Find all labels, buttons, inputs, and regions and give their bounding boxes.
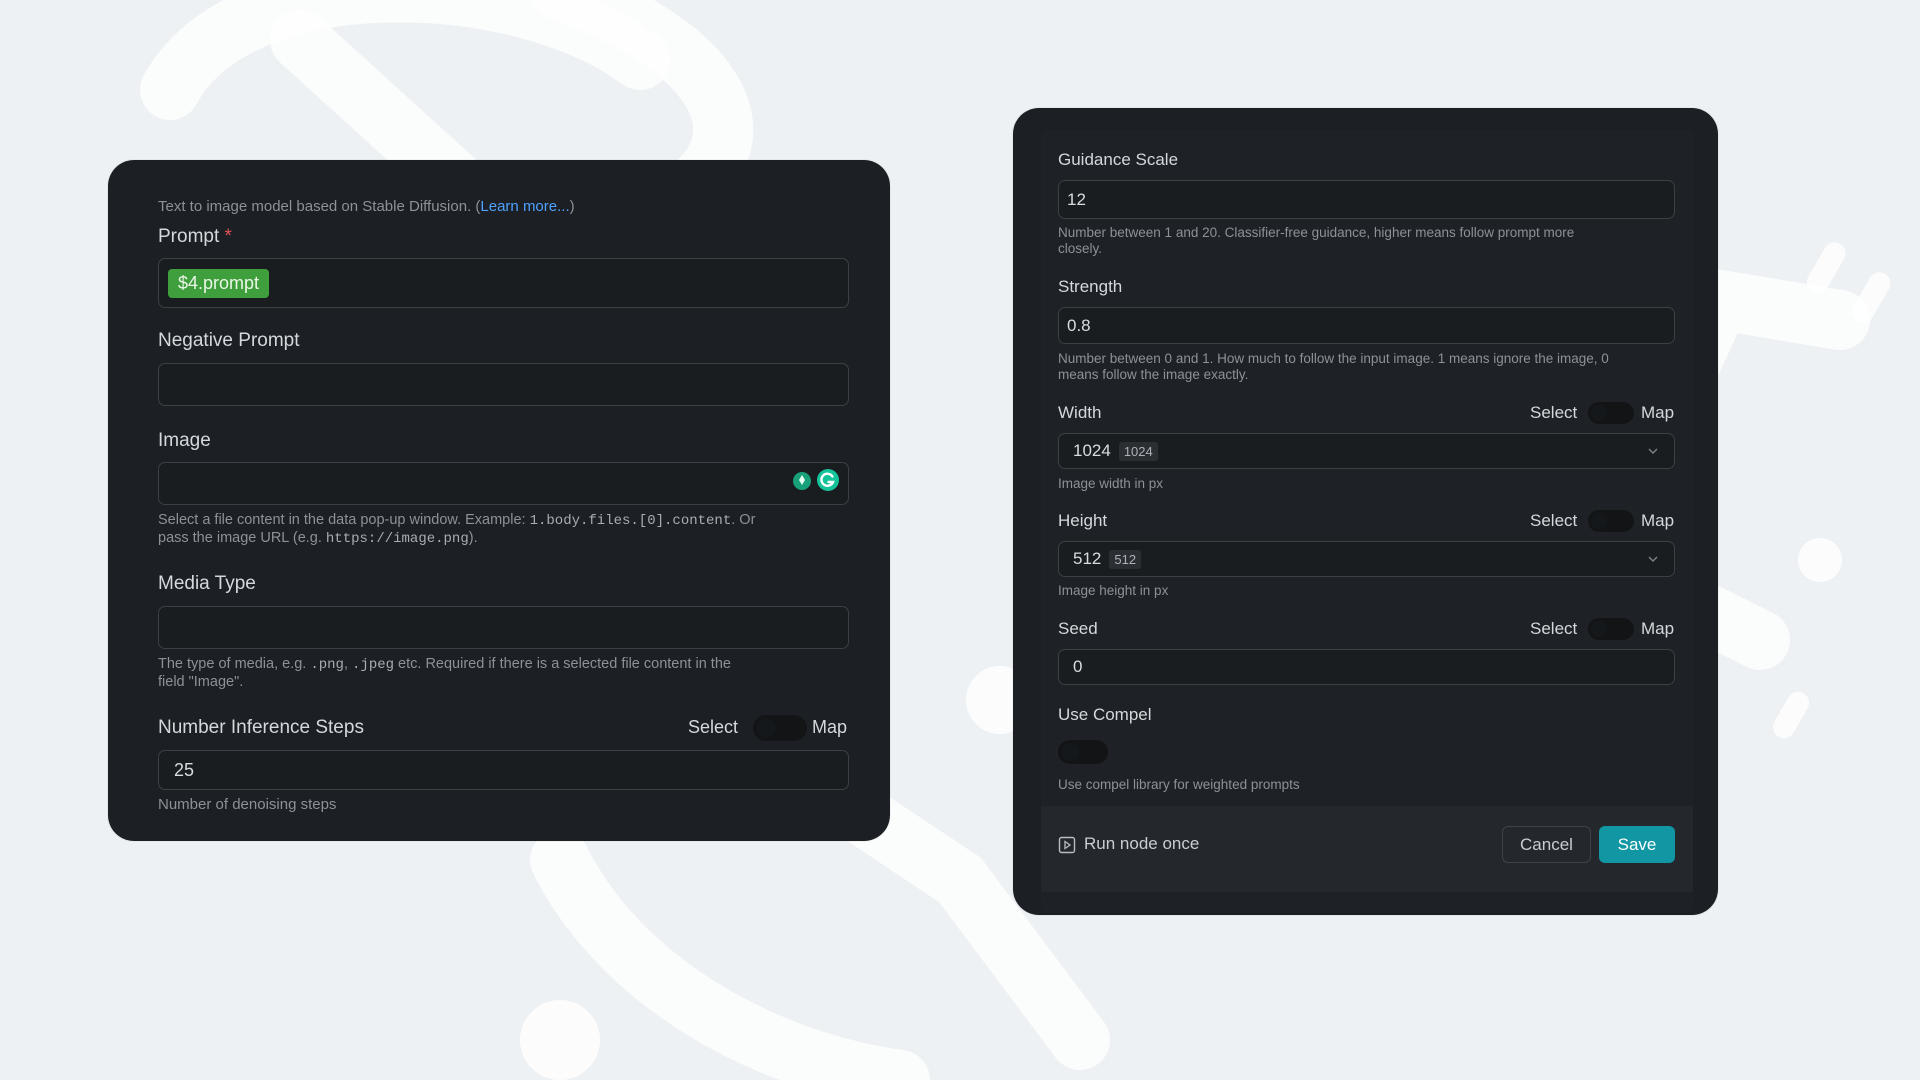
- height-mode-toggle[interactable]: [1588, 510, 1634, 532]
- guidance-scale-label: Guidance Scale: [1058, 150, 1179, 169]
- width-value: 1024: [1073, 441, 1111, 460]
- use-compel-helper: Use compel library for weighted prompts: [1058, 777, 1300, 792]
- negative-prompt-label: Negative Prompt: [158, 330, 300, 351]
- toggle-knob: [1061, 743, 1079, 761]
- seed-map-option[interactable]: Map: [1641, 619, 1674, 639]
- inference-steps-select-option[interactable]: Select: [688, 717, 738, 738]
- height-value-badge: 512: [1109, 549, 1142, 569]
- prompt-label: Prompt *: [158, 226, 232, 247]
- required-mark: *: [224, 226, 232, 247]
- width-helper: Image width in px: [1058, 476, 1164, 491]
- toggle-knob: [1591, 513, 1607, 529]
- height-select-option[interactable]: Select: [1530, 511, 1577, 531]
- media-type-input[interactable]: [158, 606, 849, 649]
- assistant-icon[interactable]: [792, 471, 812, 493]
- media-type-label: Media Type: [158, 573, 256, 594]
- image-input[interactable]: [158, 462, 849, 505]
- image-label: Image: [158, 430, 211, 451]
- seed-select-option[interactable]: Select: [1530, 619, 1577, 639]
- toggle-knob: [1591, 405, 1607, 421]
- chevron-down-icon[interactable]: [1646, 552, 1660, 566]
- prompt-variable-chip[interactable]: $4.prompt: [168, 268, 270, 298]
- width-value-badge: 1024: [1118, 441, 1158, 461]
- inference-steps-input[interactable]: 25: [158, 750, 849, 790]
- width-select[interactable]: 1024 1024: [1058, 433, 1675, 469]
- seed-mode-toggle[interactable]: [1588, 618, 1634, 640]
- learn-more-link[interactable]: Learn more...: [480, 198, 569, 215]
- guidance-scale-input[interactable]: 12: [1058, 180, 1675, 219]
- height-label: Height: [1058, 511, 1108, 530]
- image-helper: Select a file content in the data pop-up…: [158, 512, 756, 547]
- run-node-once-button[interactable]: Run node once: [1084, 834, 1199, 854]
- cancel-button[interactable]: Cancel: [1502, 826, 1591, 863]
- prompt-input[interactable]: $4.prompt: [158, 258, 849, 308]
- toggle-knob: [1591, 621, 1607, 637]
- inference-steps-map-option[interactable]: Map: [812, 717, 847, 738]
- grammarly-icon[interactable]: [816, 468, 840, 492]
- left-config-panel: Text to image model based on Stable Diff…: [108, 160, 890, 841]
- width-select-option[interactable]: Select: [1530, 403, 1577, 423]
- right-config-panel: Guidance Scale 12 Number between 1 and 2…: [1013, 108, 1718, 915]
- use-compel-label: Use Compel: [1058, 705, 1152, 724]
- media-type-helper: The type of media, e.g. .png, .jpeg etc.…: [158, 656, 731, 690]
- height-select[interactable]: 512 512: [1058, 541, 1675, 577]
- seed-input[interactable]: 0: [1058, 649, 1675, 685]
- inference-steps-label: Number Inference Steps: [158, 717, 364, 738]
- height-helper: Image height in px: [1058, 583, 1169, 598]
- width-label: Width: [1058, 403, 1102, 422]
- strength-label: Strength: [1058, 277, 1123, 296]
- negative-prompt-input[interactable]: [158, 363, 849, 406]
- strength-input[interactable]: 0.8: [1058, 307, 1675, 344]
- height-value: 512: [1073, 549, 1102, 568]
- seed-label: Seed: [1058, 619, 1098, 638]
- inference-steps-mode-toggle[interactable]: [753, 715, 807, 741]
- model-description: Text to image model based on Stable Diff…: [158, 198, 575, 215]
- inference-steps-helper: Number of denoising steps: [158, 796, 337, 813]
- toggle-knob: [756, 718, 776, 738]
- use-compel-toggle[interactable]: [1058, 740, 1108, 764]
- chevron-down-icon[interactable]: [1646, 444, 1660, 458]
- guidance-scale-helper: Number between 1 and 20. Classifier-free…: [1058, 225, 1575, 256]
- strength-helper: Number between 0 and 1. How much to foll…: [1058, 351, 1609, 382]
- run-once-icon[interactable]: [1058, 836, 1076, 854]
- width-mode-toggle[interactable]: [1588, 402, 1634, 424]
- save-button[interactable]: Save: [1599, 826, 1675, 863]
- width-map-option[interactable]: Map: [1641, 403, 1674, 423]
- height-map-option[interactable]: Map: [1641, 511, 1674, 531]
